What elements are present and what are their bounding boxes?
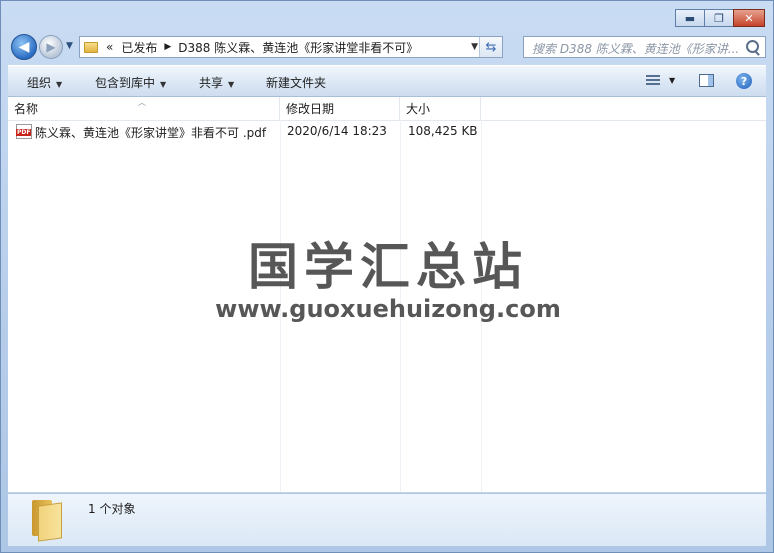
watermark-title: 国学汇总站 xyxy=(248,238,528,296)
forward-button[interactable]: ▶ xyxy=(39,35,63,59)
watermark-url: www.guoxuehuizong.com xyxy=(215,295,561,323)
search-input[interactable]: 搜索 D388 陈义霖、黄连池《形家讲... xyxy=(532,40,742,57)
new-folder-button[interactable]: 新建文件夹 xyxy=(266,74,326,91)
view-dropdown-icon[interactable]: ▼ xyxy=(669,76,675,85)
close-button[interactable]: ✕ xyxy=(733,9,765,27)
pdf-icon-label: PDF xyxy=(16,129,32,136)
address-bar[interactable]: « 已发布 ▶ D388 陈义霖、黄连池《形家讲堂非看不可》 ▼ ⇆ xyxy=(79,36,503,58)
share-label: 共享 xyxy=(199,76,224,90)
folder-icon xyxy=(84,41,98,53)
folder-icon xyxy=(30,500,64,542)
column-size-label: 大小 xyxy=(406,102,431,116)
search-box[interactable]: 搜索 D388 陈义霖、黄连池《形家讲... xyxy=(523,36,766,58)
file-name[interactable]: 陈义霖、黄连池《形家讲堂》非看不可 .pdf xyxy=(35,124,266,141)
file-row[interactable]: PDF 陈义霖、黄连池《形家讲堂》非看不可 .pdf 2020/6/14 18:… xyxy=(8,123,766,141)
command-bar: 组织 ▼ 包含到库中 ▼ 共享 ▼ 新建文件夹 ▼ ? xyxy=(8,65,766,97)
minimize-button[interactable]: ▬ xyxy=(675,9,705,27)
preview-pane-icon[interactable] xyxy=(699,74,714,87)
file-list: 名称 ︿ 修改日期 大小 PDF 陈义霖、黄连池《形家讲堂》非看不可 .pdf 2… xyxy=(8,97,766,493)
new-folder-label: 新建文件夹 xyxy=(266,76,327,90)
column-modified-label: 修改日期 xyxy=(286,102,335,116)
details-pane: 1 个对象 xyxy=(8,494,766,546)
chevron-down-icon: ▼ xyxy=(228,80,235,89)
column-header-name[interactable]: 名称 ︿ xyxy=(8,97,280,120)
sort-ascending-icon: ︿ xyxy=(138,98,146,107)
maximize-button[interactable]: ❐ xyxy=(704,9,734,27)
help-icon[interactable]: ? xyxy=(736,73,752,89)
refresh-icon: ⇆ xyxy=(485,39,497,55)
back-arrow-icon: ◀ xyxy=(18,39,30,55)
address-dropdown-icon[interactable]: ▼ xyxy=(471,42,478,52)
pdf-file-icon: PDF xyxy=(16,124,32,139)
view-options-icon[interactable] xyxy=(646,75,660,87)
refresh-button[interactable]: ⇆ xyxy=(479,37,502,57)
column-header-row: 名称 ︿ 修改日期 大小 xyxy=(8,97,766,121)
breadcrumb-separator-icon[interactable]: ▶ xyxy=(164,42,171,52)
caption-buttons: ▬ ❐ ✕ xyxy=(675,9,765,27)
organize-label: 组织 xyxy=(27,76,52,90)
explorer-window: ▬ ❐ ✕ ◀ ▶ ▼ « 已发布 ▶ D388 陈义霖、黄连池《形家讲堂非看不… xyxy=(0,0,774,553)
chevron-down-icon: ▼ xyxy=(56,80,63,89)
breadcrumb-item-current-folder[interactable]: D388 陈义霖、黄连池《形家讲堂非看不可》 xyxy=(178,39,418,56)
chevron-down-icon: ▼ xyxy=(160,80,167,89)
include-in-library-label: 包含到库中 xyxy=(95,76,156,90)
search-icon[interactable] xyxy=(746,40,759,53)
column-name-label: 名称 xyxy=(14,102,39,116)
organize-button[interactable]: 组织 ▼ xyxy=(27,74,62,91)
breadcrumb-item-published[interactable]: 已发布 xyxy=(121,39,157,56)
column-header-modified[interactable]: 修改日期 xyxy=(280,97,400,120)
back-button[interactable]: ◀ xyxy=(11,34,37,60)
share-button[interactable]: 共享 ▼ xyxy=(199,74,234,91)
breadcrumb-overflow[interactable]: « xyxy=(106,40,113,54)
navigation-bar: ◀ ▶ ▼ « 已发布 ▶ D388 陈义霖、黄连池《形家讲堂非看不可》 ▼ ⇆… xyxy=(9,34,766,60)
include-in-library-button[interactable]: 包含到库中 ▼ xyxy=(95,74,166,91)
item-count: 1 个对象 xyxy=(88,502,136,516)
forward-arrow-icon: ▶ xyxy=(46,40,56,54)
file-modified-date: 2020/6/14 18:23 xyxy=(287,124,387,138)
file-size: 108,425 KB xyxy=(408,124,478,138)
recent-pages-dropdown-icon[interactable]: ▼ xyxy=(66,41,73,51)
column-header-size[interactable]: 大小 xyxy=(400,97,481,120)
